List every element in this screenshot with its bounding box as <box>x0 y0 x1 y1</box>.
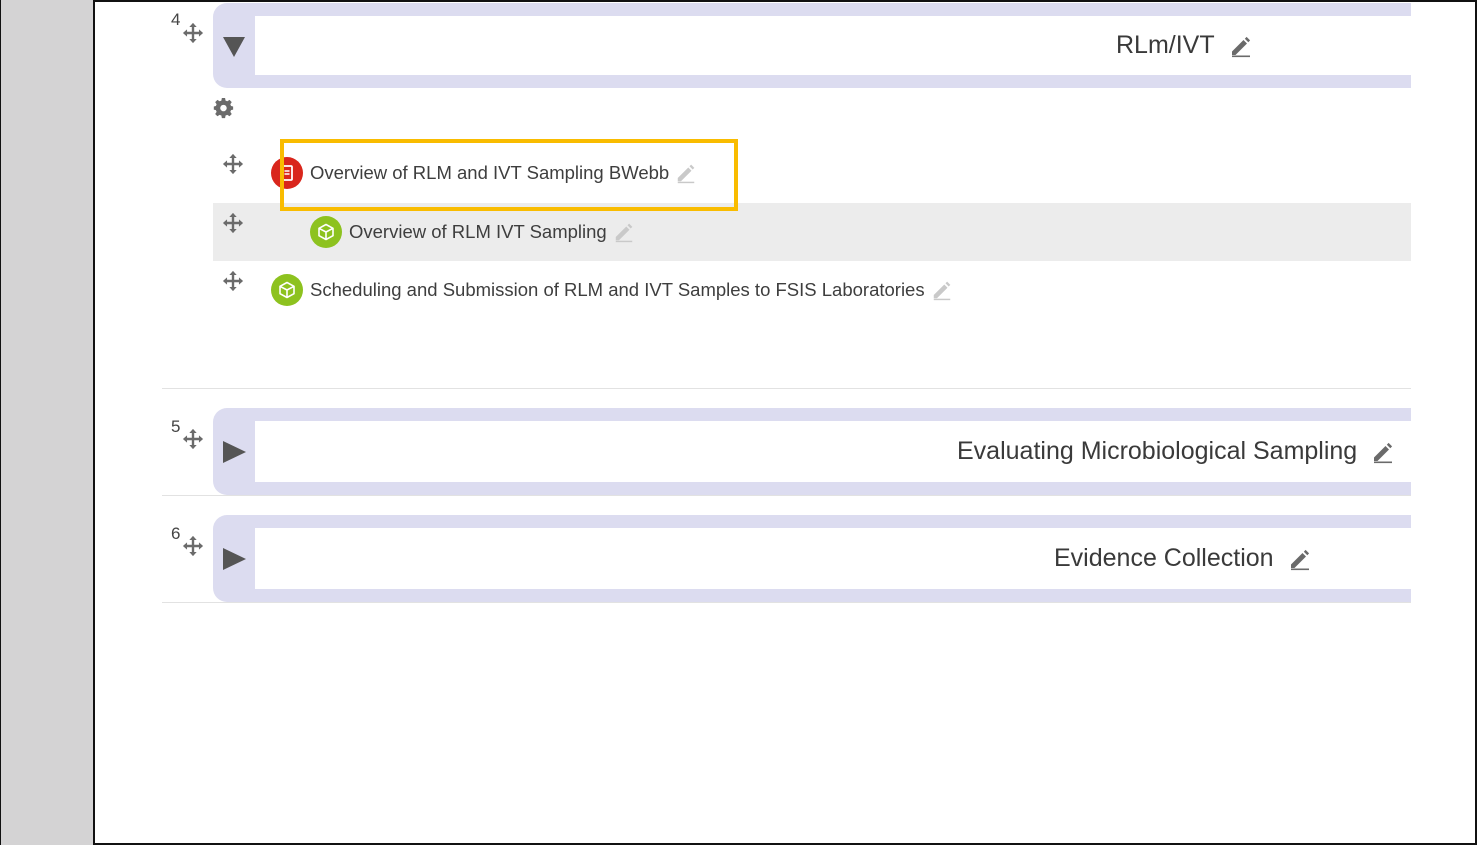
edit-pencil-icon[interactable] <box>1371 440 1395 464</box>
frame-top-border <box>0 0 1477 2</box>
section-header-inner: Evaluating Microbiological Sampling <box>255 421 1411 482</box>
section-title[interactable]: RLm/IVT <box>1116 31 1215 60</box>
section-divider <box>162 495 1411 496</box>
package-icon <box>310 216 342 248</box>
section-divider <box>162 602 1411 603</box>
edit-pencil-icon[interactable] <box>1229 34 1253 58</box>
section-header-inner: Evidence Collection <box>255 528 1411 589</box>
collapse-triangle-icon[interactable] <box>221 33 247 59</box>
section-number: 6 <box>171 524 181 543</box>
edit-pencil-icon[interactable] <box>1288 547 1312 571</box>
move-icon[interactable] <box>222 212 244 234</box>
gear-icon[interactable] <box>213 98 234 119</box>
move-icon[interactable] <box>182 535 204 557</box>
section-title[interactable]: Evidence Collection <box>1054 544 1274 573</box>
activity-link[interactable]: Overview of RLM IVT Sampling <box>349 221 607 243</box>
section-title-wrap: RLm/IVT <box>1116 16 1253 75</box>
section-number: 5 <box>171 417 181 436</box>
move-icon[interactable] <box>182 22 204 44</box>
move-icon[interactable] <box>182 428 204 450</box>
edit-pencil-icon[interactable] <box>931 279 953 301</box>
activity-link[interactable]: Scheduling and Submission of RLM and IVT… <box>310 279 925 301</box>
package-icon <box>271 274 303 306</box>
section-header-inner: RLm/IVT <box>255 16 1411 75</box>
expand-triangle-icon[interactable] <box>221 439 247 465</box>
section-number: 4 <box>171 10 181 29</box>
section-title-wrap: Evidence Collection <box>1054 528 1312 589</box>
section-header-5[interactable]: Evaluating Microbiological Sampling <box>213 408 1411 495</box>
highlight-annotation-box <box>280 139 738 211</box>
section-header-4[interactable]: RLm/IVT <box>213 3 1411 88</box>
left-sidebar-panel <box>0 0 95 845</box>
edit-pencil-icon[interactable] <box>613 221 635 243</box>
section-title-wrap: Evaluating Microbiological Sampling <box>957 421 1395 482</box>
section-header-6[interactable]: Evidence Collection <box>213 515 1411 602</box>
move-icon[interactable] <box>222 153 244 175</box>
expand-triangle-icon[interactable] <box>221 546 247 572</box>
activity-item[interactable]: Overview of RLM IVT Sampling <box>310 216 635 248</box>
section-divider <box>162 388 1411 389</box>
section-title[interactable]: Evaluating Microbiological Sampling <box>957 437 1357 466</box>
activity-item[interactable]: Scheduling and Submission of RLM and IVT… <box>271 274 953 306</box>
move-icon[interactable] <box>222 270 244 292</box>
